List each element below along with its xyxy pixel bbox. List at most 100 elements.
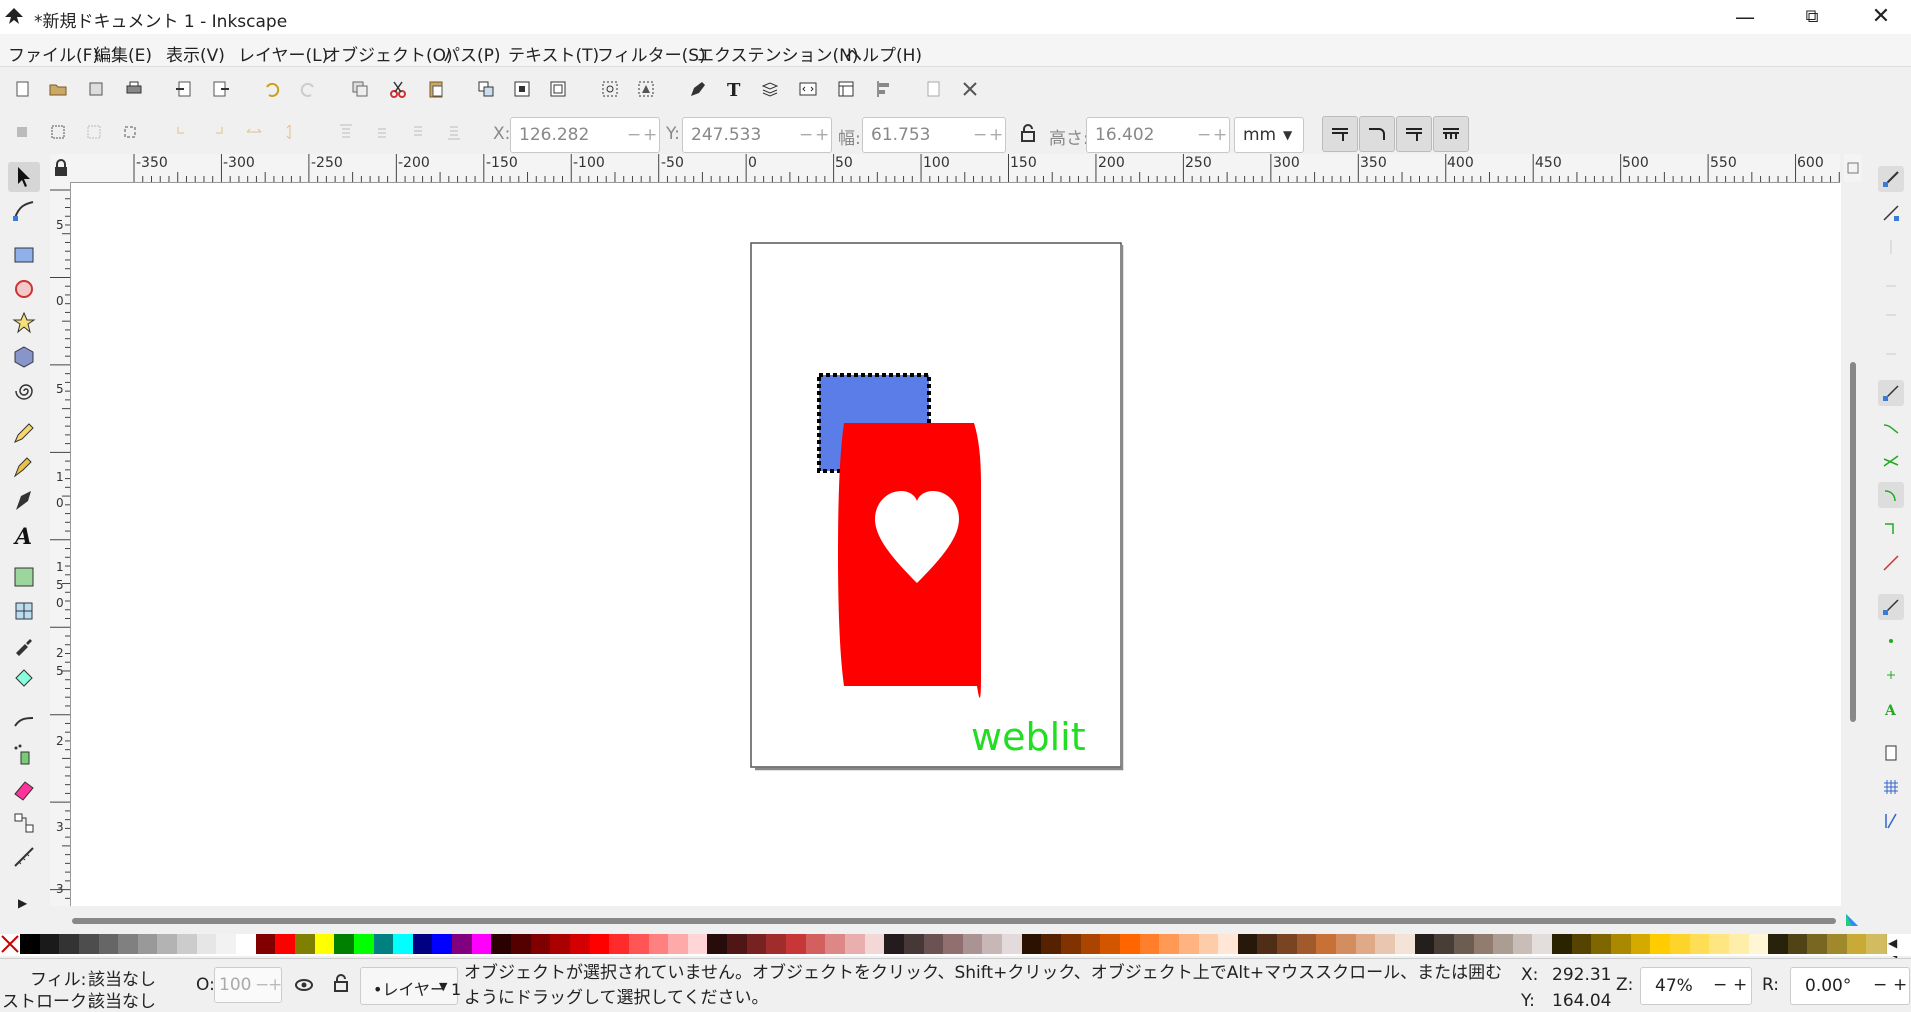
color-swatch[interactable] [707,934,729,954]
color-swatch[interactable] [943,934,965,954]
snap-intersections-button[interactable] [1878,448,1904,474]
snap-bbox-corner-button[interactable] [1878,268,1904,294]
dropper-tool[interactable] [8,630,40,660]
snap-line-midpoints-button[interactable] [1878,550,1904,576]
color-swatch[interactable] [275,934,297,954]
color-swatch[interactable] [1827,934,1849,954]
color-swatch[interactable] [59,934,81,954]
text-tool[interactable]: A [8,520,40,550]
color-swatch[interactable] [1552,934,1574,954]
color-swatch[interactable] [432,934,454,954]
redo-button[interactable] [294,75,322,103]
color-swatch[interactable] [137,934,159,954]
color-swatch[interactable] [373,934,395,954]
lower-to-bottom-button[interactable] [440,118,468,146]
align-distribute-button[interactable] [870,75,898,103]
color-swatch[interactable] [1296,934,1318,954]
snap-bbox-midpoint-button[interactable] [1878,302,1904,328]
color-swatch[interactable] [334,934,356,954]
color-swatch[interactable] [157,934,179,954]
color-swatch[interactable] [569,934,591,954]
snap-object-center-button[interactable] [1878,628,1904,654]
color-swatch[interactable] [1178,934,1200,954]
import-button[interactable] [170,75,198,103]
color-swatch[interactable] [727,934,749,954]
color-swatch[interactable] [118,934,140,954]
color-swatch[interactable] [530,934,552,954]
view-mode-toggle[interactable] [1844,154,1862,182]
menu-help[interactable]: ヘルプ(H) [845,41,922,66]
undo-button[interactable] [258,75,286,103]
color-swatch[interactable] [1512,934,1534,954]
menu-edit[interactable]: 編集(E) [94,41,152,66]
3d-box-tool[interactable] [8,342,40,372]
opacity-field[interactable]: 100 − + [214,967,282,1003]
snap-rotation-center-button[interactable] [1878,662,1904,688]
menu-extensions[interactable]: エクステンション(N) [697,41,858,66]
clone-button[interactable] [508,75,536,103]
pen-tool[interactable] [8,452,40,482]
tweak-tool[interactable] [8,706,40,736]
color-swatch[interactable] [1139,934,1161,954]
color-swatch[interactable] [903,934,925,954]
scale-corners-toggle[interactable] [1359,116,1395,152]
connector-tool[interactable] [8,808,40,838]
star-tool[interactable] [8,308,40,338]
selector-tool[interactable] [8,162,40,192]
flip-horizontal-button[interactable] [240,118,268,146]
color-swatch[interactable] [471,934,493,954]
drawing-canvas[interactable]: weblit [71,183,1841,906]
color-swatch[interactable] [216,934,238,954]
color-swatch[interactable] [844,934,866,954]
pencil-tool[interactable] [8,418,40,448]
measure-tool[interactable] [8,842,40,872]
horizontal-scrollbar[interactable] [70,912,1840,930]
color-swatch[interactable] [1611,934,1632,954]
eraser-tool[interactable] [8,774,40,804]
rectangle-tool[interactable] [8,240,40,270]
scale-stroke-toggle[interactable] [1322,116,1358,152]
layer-lock-icon[interactable] [333,974,349,994]
zoom-selection-button[interactable] [596,75,624,103]
xml-editor-button[interactable] [794,75,822,103]
color-swatch[interactable] [1571,934,1593,954]
menu-file[interactable]: ファイル(F) [8,41,99,66]
color-swatch[interactable] [1689,934,1711,954]
color-swatch[interactable] [1434,934,1456,954]
color-swatch[interactable] [1198,934,1220,954]
color-swatch[interactable] [1394,934,1416,954]
color-swatch[interactable] [393,934,415,954]
flip-vertical-button[interactable] [276,118,304,146]
color-swatch[interactable] [1355,934,1377,954]
unit-select[interactable]: mm ▼ [1234,117,1304,153]
vertical-scrollbar[interactable] [1844,182,1862,906]
color-swatch[interactable] [648,934,670,954]
snap-text-baseline-button[interactable]: A [1878,696,1904,722]
deselect-button[interactable] [116,118,144,146]
color-swatch[interactable] [1237,934,1259,954]
unlink-clone-button[interactable] [544,75,572,103]
spray-tool[interactable] [8,740,40,770]
color-swatch[interactable] [923,934,945,954]
color-swatch[interactable] [236,934,258,954]
color-swatch[interactable] [1336,934,1358,954]
color-swatch[interactable] [1787,934,1809,954]
save-button[interactable] [82,75,110,103]
snap-others-button[interactable] [1878,594,1904,620]
menu-path[interactable]: パス(P) [443,41,501,66]
x-field[interactable]: 126.282− + [510,117,660,153]
invert-selection-button[interactable] [80,118,108,146]
snap-grid-button[interactable] [1878,774,1904,800]
menu-view[interactable]: 表示(V) [166,41,225,66]
color-swatch[interactable] [1728,934,1750,954]
lower-button[interactable] [404,118,432,146]
menu-filters[interactable]: フィルター(S) [597,41,706,66]
color-swatch[interactable] [177,934,199,954]
color-swatch[interactable] [687,934,709,954]
menu-text[interactable]: テキスト(T) [508,41,599,66]
color-swatch[interactable] [1277,934,1299,954]
snap-bbox-button[interactable] [1878,200,1904,226]
preferences-button[interactable] [956,75,984,103]
ruler-lock-icon[interactable] [52,158,70,178]
cut-button[interactable] [384,75,412,103]
